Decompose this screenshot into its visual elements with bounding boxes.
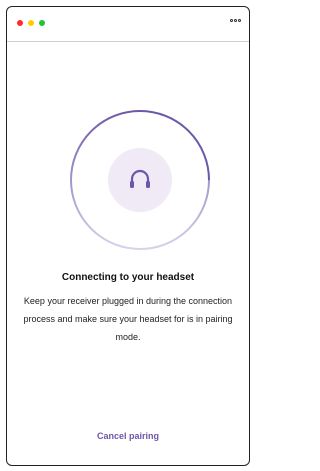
pairing-instructions: Keep your receiver plugged in during the… (23, 296, 233, 342)
pairing-title: Connecting to your headset (61, 272, 195, 283)
close-window-button[interactable] (17, 20, 23, 26)
more-options-icon[interactable] (230, 19, 241, 22)
cancel-pairing-button[interactable]: Cancel pairing (7, 431, 249, 441)
title-bar (7, 7, 249, 42)
app-window: Connecting to your headset Keep your rec… (6, 6, 250, 466)
minimize-window-button[interactable] (28, 20, 34, 26)
headset-icon-background (108, 148, 172, 212)
maximize-window-button[interactable] (39, 20, 45, 26)
pairing-progress-ring (70, 110, 210, 250)
